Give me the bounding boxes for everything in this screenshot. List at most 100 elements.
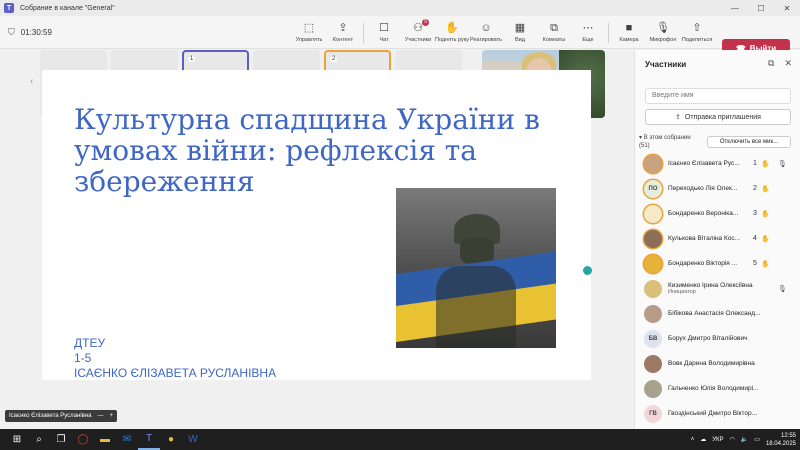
invite-button[interactable]: ⇪ Отправка приглашения — [645, 109, 791, 125]
window-title: Собрание в канале "General" — [20, 4, 115, 12]
tool-view-button[interactable]: ▦ Вид — [503, 16, 537, 49]
raised-hand-icon: ✋ — [761, 160, 770, 168]
participant-row[interactable]: Бондаренко Вероніка... 3 ✋ — [635, 201, 800, 226]
participant-name: Бібікова Анастасія Олександ... — [668, 310, 761, 317]
slide-footer-line: 1-5 — [74, 351, 92, 365]
avatar — [644, 154, 662, 173]
teams-taskbar-icon[interactable]: T — [138, 429, 160, 450]
tool-people-button[interactable]: ⚇ Участники 5 — [401, 16, 435, 49]
participant-row[interactable]: ГВ Гвоздінський Дмитро Віктор... — [635, 401, 800, 426]
tool-label: Поднять руку — [435, 37, 469, 43]
participant-row[interactable]: Кизименко Ірина Олексіївна Инициатор 🎙 — [635, 276, 800, 301]
word-icon[interactable]: W — [182, 429, 204, 450]
battery-icon[interactable]: ▭ — [754, 436, 760, 443]
hand-order-number: 5 — [753, 260, 757, 267]
tool-react-button[interactable]: ☺ Реагировать — [469, 16, 503, 49]
tool-pointer-button[interactable]: ⬚ Управлять — [292, 16, 326, 49]
wifi-icon[interactable]: ◠ — [730, 436, 735, 443]
react-icon: ☺ — [480, 22, 492, 34]
chevron-left-icon[interactable]: ‹ — [30, 76, 33, 87]
avatar — [644, 279, 662, 298]
avatar: ГВ — [644, 404, 662, 423]
participant-row[interactable]: Ісаєнко Єлізавета Рус... 1 ✋ 🎙 — [635, 151, 800, 176]
close-panel-icon[interactable]: ✕ — [784, 58, 792, 69]
tool-label: Участники — [404, 37, 432, 43]
tool-label: Чат — [379, 37, 389, 43]
participant-name: Кизименко Ірина Олексіївна — [668, 282, 753, 289]
participant-search-input[interactable]: Введите имя — [645, 88, 791, 104]
participant-row[interactable]: Бондаренко Вікторія ... 5 ✋ — [635, 251, 800, 276]
windows-start-icon[interactable]: ⊞ — [6, 429, 28, 450]
search-icon[interactable]: ⌕ — [28, 429, 50, 450]
microphone-icon: 🎙 — [778, 160, 787, 168]
tool-camera-button[interactable]: ■ Камера — [612, 16, 646, 49]
more-icon: ⋯ — [582, 22, 594, 34]
tool-rooms-button[interactable]: ⧉ Комнаты — [537, 16, 571, 49]
slide-photo — [396, 188, 556, 348]
participant-row[interactable]: ПО Переходько Лія Олек... 2 ✋ — [635, 176, 800, 201]
plus-icon[interactable]: + — [110, 413, 114, 419]
participant-list: Ісаєнко Єлізавета Рус... 1 ✋ 🎙 ПО Переходько … — [635, 151, 800, 450]
minus-icon[interactable]: — — [98, 413, 104, 419]
file-explorer-icon[interactable]: ▬ — [94, 429, 116, 450]
hand-order-number: 1 — [753, 160, 757, 167]
slide-footer-line: ДТЕУ — [74, 336, 106, 350]
participant-row[interactable]: Вовк Дарина Володимирівна — [635, 351, 800, 376]
tool-microphone-button[interactable]: 🎙 Микрофон — [646, 16, 680, 49]
raise-hand-icon: ✋ — [445, 22, 459, 34]
share-icon: ⇪ — [675, 114, 681, 121]
task-view-icon[interactable]: ❐ — [50, 429, 72, 450]
outlook-icon[interactable]: ✉ — [116, 429, 138, 450]
cloud-icon[interactable]: ☁ — [700, 436, 706, 443]
section-label: В этом собрании (51) — [639, 135, 691, 149]
participant-row[interactable]: Бібікова Анастасія Олександ... — [635, 301, 800, 326]
tool-label: Камера — [619, 37, 639, 43]
volume-icon[interactable]: 🔈 — [741, 436, 748, 443]
avatar — [644, 379, 662, 398]
meeting-timer: 01:30:59 — [20, 27, 52, 37]
close-icon[interactable]: ✕ — [774, 0, 800, 16]
raised-hand-icon: ✋ — [761, 210, 770, 218]
section-header[interactable]: ▾ В этом собрании (51) — [639, 134, 701, 150]
raised-hand-icon: ✋ — [761, 235, 770, 243]
tool-more-button[interactable]: ⋯ Еще — [571, 16, 605, 49]
presenter-name: Ісаєнко Єлізавета Русланівна — [9, 413, 92, 419]
hand-order-number: 2 — [753, 185, 757, 192]
tool-share-content-button[interactable]: ⇪ Контент — [326, 16, 360, 49]
system-tray: ˄ ☁ УКР ◠ 🔈 ▭ 12:55 18.04.2025 — [691, 429, 796, 450]
popout-icon[interactable]: ⧉ — [768, 58, 774, 69]
clock-date: 18.04.2025 — [765, 440, 796, 447]
raised-hand-badge: 2 — [330, 56, 338, 62]
mute-all-button[interactable]: Отключить все мик... — [707, 136, 791, 148]
participant-row[interactable]: Кулькова Віталіна Кос... 4 ✋ — [635, 226, 800, 251]
opera-icon[interactable]: ◯ — [72, 429, 94, 450]
tool-share-button[interactable]: ⇧ Поделиться — [680, 16, 714, 49]
slide-footer: ДТЕУ 1-5 ІСАЄНКО ЄЛІЗАВЕТА РУСЛАНІВНА — [74, 336, 276, 381]
participant-row[interactable]: БВ Борух Дмитро Віталійович — [635, 326, 800, 351]
cursor-dot — [583, 266, 592, 275]
shield-icon[interactable]: ⛉ — [8, 27, 15, 38]
windows-taskbar: ⊞ ⌕ ❐ ◯ ▬ ✉ T ● W ˄ ☁ УКР ◠ 🔈 ▭ 12:55 18… — [0, 429, 800, 450]
avatar — [644, 304, 662, 323]
chat-icon: ☐ — [379, 22, 389, 34]
participant-role: Инициатор — [668, 289, 696, 295]
tool-label: Микрофон — [649, 37, 677, 43]
microphone-icon: 🎙 — [656, 22, 670, 34]
tool-raise-hand-button[interactable]: ✋ Поднять руку — [435, 16, 469, 49]
avatar — [644, 229, 662, 248]
slide-footer-line: ІСАЄНКО ЄЛІЗАВЕТА РУСЛАНІВНА — [74, 366, 277, 380]
tool-chat-button[interactable]: ☐ Чат — [367, 16, 401, 49]
view-icon: ▦ — [514, 22, 526, 34]
participant-name: Вовк Дарина Володимирівна — [668, 360, 755, 367]
participant-row[interactable]: Гальченко Юлія Володимирі... — [635, 376, 800, 401]
tray-chevron-icon[interactable]: ˄ — [691, 437, 695, 443]
tool-label: Поделиться — [681, 37, 713, 43]
minimize-icon[interactable]: — — [722, 0, 748, 16]
maximize-icon[interactable]: ☐ — [748, 0, 774, 16]
hand-order-number: 4 — [753, 235, 757, 242]
raised-hand-icon: ✋ — [761, 185, 770, 193]
chrome-icon[interactable]: ● — [160, 429, 182, 450]
avatar — [644, 204, 662, 223]
clock[interactable]: 12:55 18.04.2025 — [766, 432, 796, 448]
language-indicator[interactable]: УКР — [712, 437, 723, 443]
